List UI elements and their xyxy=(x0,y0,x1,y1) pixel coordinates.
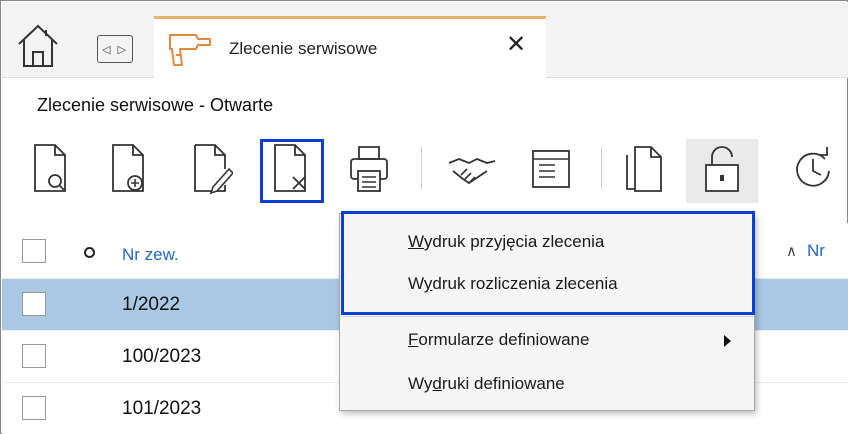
row-checkbox[interactable] xyxy=(22,292,46,316)
tab-strip: ◁ ▷ Zlecenie serwisowe ✕ xyxy=(2,2,848,79)
select-all-checkbox[interactable] xyxy=(22,239,46,263)
row-checkbox[interactable] xyxy=(22,344,46,368)
home-icon[interactable] xyxy=(16,22,60,70)
add-icon[interactable] xyxy=(107,141,151,197)
nr-zew-cell: 101/2023 xyxy=(122,398,202,419)
form-icon[interactable] xyxy=(529,141,573,197)
row-checkbox[interactable] xyxy=(22,396,46,420)
nr-zew-cell: 1/2022 xyxy=(122,294,181,315)
lock-icon[interactable] xyxy=(700,141,744,197)
menu-highlight xyxy=(341,211,755,315)
close-icon[interactable]: ✕ xyxy=(506,33,526,57)
print-icon[interactable] xyxy=(347,141,391,197)
toolbar-divider xyxy=(601,147,602,189)
column-header-nr[interactable]: ∧ Nr xyxy=(786,241,825,261)
toolbar xyxy=(1,131,848,205)
window-frame: ◁ ▷ Zlecenie serwisowe ✕ Zlecenie serwis… xyxy=(0,0,848,434)
tab-navigation-button[interactable]: ◁ ▷ xyxy=(97,35,133,63)
delete-highlight xyxy=(260,139,324,203)
tab-label: Zlecenie serwisowe xyxy=(229,39,378,58)
menu-item-wydruki-definiowane[interactable]: Wydruki definiowane xyxy=(408,374,565,394)
menu-separator xyxy=(342,316,754,317)
status-radio-icon[interactable] xyxy=(84,247,95,258)
column-header-nr-zew[interactable]: Nr zew. xyxy=(122,245,179,265)
nav-arrows-icon: ◁ ▷ xyxy=(102,43,128,56)
menu-item-formularze-definiowane[interactable]: Formularze definiowane xyxy=(408,330,589,350)
tab-zlecenie-serwisowe[interactable]: Zlecenie serwisowe ✕ xyxy=(154,16,546,79)
submenu-arrow-icon xyxy=(724,335,731,347)
page-title: Zlecenie serwisowe - Otwarte xyxy=(37,95,274,115)
edit-icon[interactable] xyxy=(189,141,235,197)
drill-icon xyxy=(166,29,214,69)
preview-icon[interactable] xyxy=(29,141,73,197)
toolbar-divider xyxy=(421,147,422,189)
history-icon[interactable] xyxy=(791,141,835,197)
copy-icon[interactable] xyxy=(621,141,665,197)
sort-up-icon: ∧ xyxy=(786,243,797,260)
handshake-icon[interactable] xyxy=(447,141,497,197)
nr-zew-cell: 100/2023 xyxy=(122,346,202,367)
